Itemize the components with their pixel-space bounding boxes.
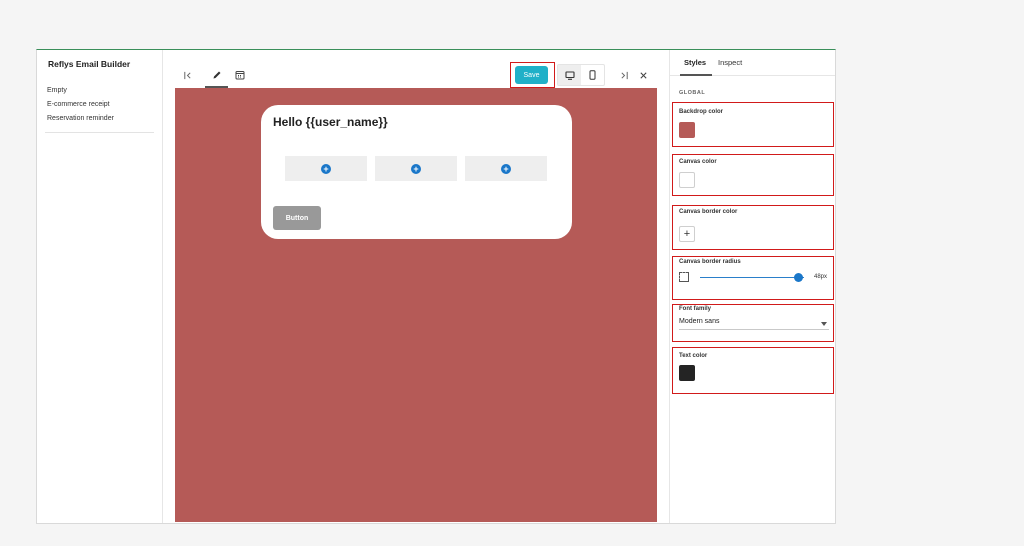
tab-inspect[interactable]: Inspect (718, 58, 742, 67)
inspector-tabs: Styles Inspect (670, 50, 835, 76)
mobile-icon[interactable] (581, 65, 604, 85)
desktop-icon[interactable] (558, 65, 581, 85)
collapse-right-icon[interactable] (618, 69, 630, 81)
canvas-color-swatch[interactable] (679, 172, 695, 188)
add-block-icon[interactable]: + (411, 163, 421, 174)
add-block-icon[interactable]: + (501, 163, 511, 174)
canvas-border-color-section: Canvas border color + (679, 209, 829, 245)
template-item-reservation-reminder[interactable]: Reservation reminder (47, 112, 153, 126)
template-item-empty[interactable]: Empty (47, 84, 153, 98)
column-slot[interactable]: + (465, 156, 547, 181)
font-family-section: Font family Modern sans (679, 306, 829, 336)
preview-calendar-icon[interactable] (233, 68, 247, 82)
text-color-swatch[interactable] (679, 365, 695, 381)
backdrop-color-section: Backdrop color (679, 109, 829, 145)
email-builder-app: Reflys Email Builder Empty E-commerce re… (36, 49, 836, 524)
email-button-block[interactable]: Button (273, 206, 321, 230)
template-sidebar: Reflys Email Builder Empty E-commerce re… (37, 50, 163, 523)
font-family-label: Font family (679, 306, 712, 312)
global-section-label: GLOBAL (679, 90, 706, 96)
email-heading[interactable]: Hello {{user_name}} (273, 115, 388, 129)
close-icon[interactable] (637, 69, 649, 81)
column-slot[interactable]: + (285, 156, 367, 181)
add-block-icon[interactable]: + (321, 163, 331, 174)
device-toggle (557, 64, 605, 86)
sidebar-divider (45, 132, 154, 133)
text-color-section: Text color (679, 353, 829, 389)
canvas-color-section: Canvas color (679, 159, 829, 195)
add-border-color-button[interactable]: + (679, 226, 695, 242)
save-button[interactable]: Save (515, 66, 548, 84)
border-radius-slider-track[interactable] (700, 277, 804, 278)
backdrop-color-label: Backdrop color (679, 109, 724, 115)
editor-toolbar: Save (163, 50, 669, 88)
border-radius-icon (679, 272, 689, 282)
collapse-left-icon[interactable] (181, 69, 193, 81)
font-family-value: Modern sans (679, 318, 720, 325)
canvas-border-radius-label: Canvas border radius (679, 259, 741, 265)
font-family-select[interactable]: Modern sans (679, 318, 829, 330)
email-canvas[interactable]: Hello {{user_name}} + + + Button (261, 105, 572, 239)
backdrop-color-swatch[interactable] (679, 122, 695, 138)
border-radius-value: 48px (814, 274, 828, 280)
canvas-border-radius-section: Canvas border radius 48px (679, 259, 829, 295)
tab-styles[interactable]: Styles (684, 58, 706, 67)
column-slot[interactable]: + (375, 156, 457, 181)
app-title: Reflys Email Builder (48, 59, 131, 69)
chevron-down-icon (821, 322, 827, 326)
edit-pencil-icon[interactable] (210, 68, 224, 82)
text-color-label: Text color (679, 353, 708, 359)
template-list: Empty E-commerce receipt Reservation rem… (47, 84, 153, 126)
styles-tab-indicator (680, 74, 712, 76)
border-radius-slider-thumb[interactable] (794, 273, 804, 282)
template-item-ecommerce-receipt[interactable]: E-commerce receipt (47, 98, 153, 112)
canvas-color-label: Canvas color (679, 159, 717, 165)
email-backdrop[interactable]: Hello {{user_name}} + + + Button (175, 88, 657, 522)
inspector-panel: Styles Inspect GLOBAL Backdrop color Can… (669, 50, 835, 523)
canvas-border-color-label: Canvas border color (679, 209, 738, 215)
